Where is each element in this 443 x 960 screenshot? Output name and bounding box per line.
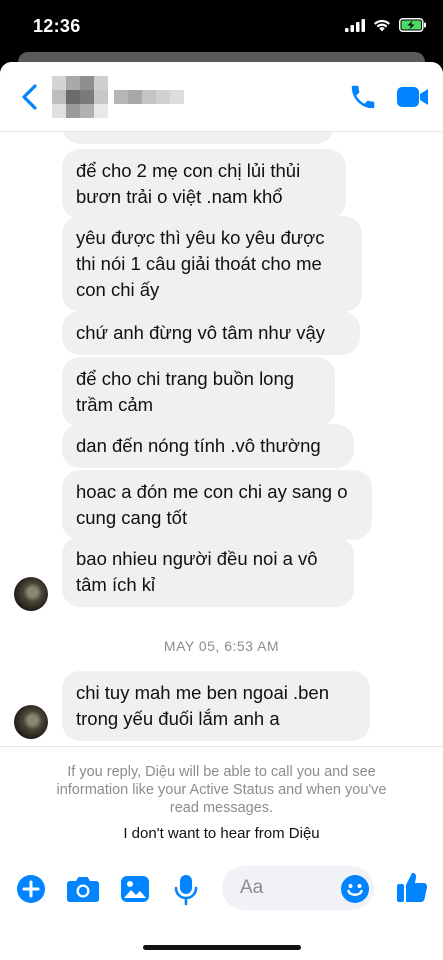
pixel-block (142, 90, 156, 104)
message-bubble[interactable]: bao nhieu người đều noi a vô tâm ích kỉ (62, 537, 354, 607)
home-indicator (143, 945, 301, 950)
pixel-block (80, 104, 94, 118)
photo-gallery-icon[interactable] (120, 874, 150, 904)
conversation-card: để cho 2 mẹ con chị lủi thủi bươn trải o… (0, 62, 443, 960)
pixel-block (80, 76, 94, 90)
message-bubble[interactable]: chứ anh đừng vô tâm như vậy (62, 311, 360, 355)
phone-call-icon[interactable] (348, 82, 378, 112)
message-bubble[interactable]: để cho 2 mẹ con chị lủi thủi bươn trải o… (62, 149, 346, 219)
pixel-block (52, 90, 66, 104)
battery-charging-icon (399, 18, 426, 32)
contact-name-pixelated[interactable] (114, 90, 184, 104)
pixel-block (80, 90, 94, 104)
message-bubble[interactable]: để cho chi trang buồn long trầm cảm (62, 357, 335, 427)
pixel-block (66, 76, 80, 90)
message-list: để cho 2 mẹ con chị lủi thủi bươn trải o… (0, 132, 443, 746)
reply-notice-text: If you reply, Diệu will be able to call … (56, 764, 387, 816)
status-icons (345, 18, 427, 32)
contact-avatar[interactable] (14, 577, 48, 611)
message-bubble[interactable]: dan đến nóng tính .vô thường (62, 424, 354, 468)
status-bar: 12:36 (0, 0, 443, 52)
plus-circle-icon[interactable] (16, 874, 46, 904)
pixel-block (170, 90, 184, 104)
wifi-icon (374, 19, 390, 31)
pixel-block (94, 104, 108, 118)
cellular-signal-icon (345, 18, 365, 32)
pixel-block (66, 104, 80, 118)
contact-avatar[interactable] (14, 705, 48, 739)
pixel-block (94, 76, 108, 90)
message-composer (0, 862, 443, 918)
pixel-block (156, 90, 170, 104)
message-bubble-partial[interactable] (62, 132, 334, 144)
emoji-icon[interactable] (340, 874, 370, 904)
conversation-header (0, 62, 443, 132)
thumbs-up-icon[interactable] (396, 870, 428, 904)
block-contact-button[interactable]: I don't want to hear from Diệu (0, 825, 443, 842)
pixel-block (52, 104, 66, 118)
camera-icon[interactable] (66, 874, 100, 904)
pixel-block (128, 90, 142, 104)
contact-avatar-pixelated[interactable] (52, 76, 108, 118)
pixel-block (94, 90, 108, 104)
avatar-pixel-grid (52, 76, 108, 118)
back-chevron-icon[interactable] (18, 82, 42, 112)
microphone-icon[interactable] (174, 874, 198, 906)
message-request-notice: If you reply, Diệu will be able to call … (0, 746, 443, 850)
message-bubble[interactable]: hoac a đón me con chi ay sang o cung can… (62, 470, 372, 540)
video-call-icon[interactable] (396, 84, 430, 110)
pixel-block (52, 76, 66, 90)
message-timestamp: MAY 05, 6:53 AM (163, 638, 280, 654)
message-bubble[interactable]: chi tuy mah me ben ngoai .ben trong yếu … (62, 671, 370, 741)
pixel-block (114, 90, 128, 104)
message-bubble[interactable]: yêu được thì yêu ko yêu được thi nói 1 c… (62, 216, 362, 312)
pixel-block (66, 90, 80, 104)
status-time: 12:36 (33, 16, 81, 36)
